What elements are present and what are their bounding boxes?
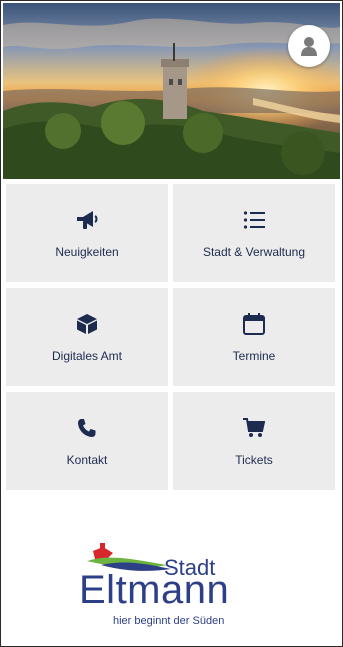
list-icon — [241, 207, 267, 233]
app-frame: Neuigkeiten Stadt & Verwaltung Digitales… — [0, 0, 343, 647]
menu-grid: Neuigkeiten Stadt & Verwaltung Digitales… — [6, 184, 339, 490]
tile-termine[interactable]: Termine — [173, 288, 335, 386]
tile-kontakt[interactable]: Kontakt — [6, 392, 168, 490]
tile-label: Termine — [232, 349, 276, 363]
tile-label: Neuigkeiten — [55, 245, 119, 259]
logo-name-text: Eltmann — [79, 568, 230, 612]
tile-tickets[interactable]: Tickets — [173, 392, 335, 490]
tile-label: Digitales Amt — [51, 349, 123, 363]
tile-stadt-verwaltung[interactable]: Stadt & Verwaltung — [173, 184, 335, 282]
logo-tagline: hier beginnt der Süden — [113, 615, 225, 627]
tile-label: Stadt & Verwaltung — [202, 245, 306, 259]
profile-button[interactable] — [288, 25, 330, 67]
user-silhouette-icon — [301, 37, 317, 56]
megaphone-icon — [74, 207, 100, 233]
eltmann-logo: Stadt Eltmann hier beginnt der Süden — [71, 539, 271, 639]
tile-neuigkeiten[interactable]: Neuigkeiten — [6, 184, 168, 282]
phone-icon — [74, 415, 100, 441]
tile-label: Kontakt — [66, 453, 108, 467]
hero-image — [3, 3, 340, 179]
tile-label: Tickets — [235, 453, 273, 467]
tile-digitales-amt[interactable]: Digitales Amt — [6, 288, 168, 386]
cube-icon — [74, 311, 100, 337]
calendar-icon — [241, 311, 267, 337]
landscape-photo — [3, 3, 340, 179]
cart-icon — [241, 415, 267, 441]
